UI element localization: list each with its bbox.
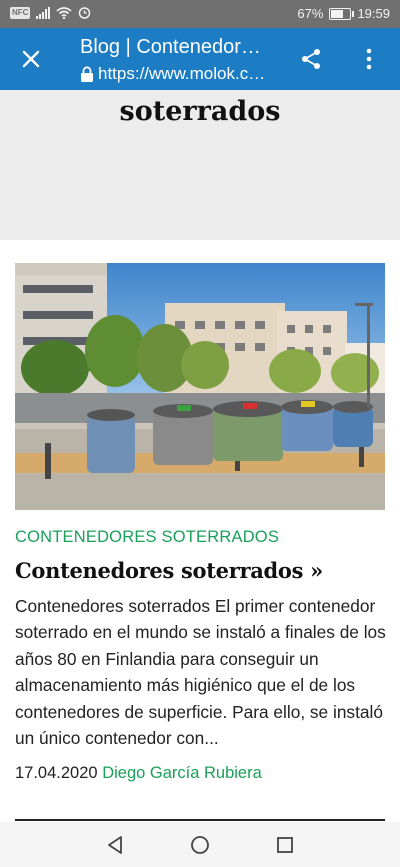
back-button[interactable] [100, 830, 130, 860]
more-vert-icon [366, 48, 372, 70]
clock: 19:59 [357, 6, 390, 21]
share-icon [302, 49, 320, 69]
hero-section: soterrados [0, 90, 400, 240]
article-author-link[interactable]: Diego García Rubiera [102, 764, 262, 782]
home-button[interactable] [185, 830, 215, 860]
page-title: Blog | Contenedor… [80, 36, 261, 58]
alarm-icon [79, 7, 91, 19]
home-icon [191, 836, 209, 854]
close-icon [22, 50, 40, 68]
close-button[interactable] [14, 42, 48, 76]
share-button[interactable] [294, 42, 328, 76]
url-bar[interactable]: https://www.molok.c… [80, 64, 280, 84]
divider [15, 819, 385, 821]
article-image[interactable] [15, 263, 385, 510]
article-date: 17.04.2020 [15, 764, 98, 782]
battery-percent: 67% [297, 6, 324, 21]
more-options-button[interactable] [352, 42, 386, 76]
lock-icon [81, 65, 93, 82]
url-text: https://www.molok.c… [98, 64, 266, 83]
browser-toolbar: Blog | Contenedor… https://www.molok.c… [0, 28, 400, 90]
signal-icon [36, 6, 51, 19]
wifi-icon [56, 6, 72, 19]
nfc-badge: NFC [10, 6, 31, 19]
hero-heading: soterrados [119, 96, 281, 127]
recents-button[interactable] [270, 830, 300, 860]
article-meta: 17.04.2020 Diego García Rubiera [15, 764, 262, 783]
status-bar: NFC 67% 19:59 [0, 0, 400, 28]
recents-icon [277, 837, 293, 853]
article-excerpt: Contenedores soterrados El primer conten… [15, 596, 386, 749]
system-nav-bar [0, 822, 400, 867]
article-category-link[interactable]: CONTENEDORES SOTERRADOS [15, 528, 279, 547]
article-title-link[interactable]: Contenedores soterrados » [15, 558, 323, 583]
battery-icon [329, 7, 355, 20]
back-icon [108, 836, 122, 854]
